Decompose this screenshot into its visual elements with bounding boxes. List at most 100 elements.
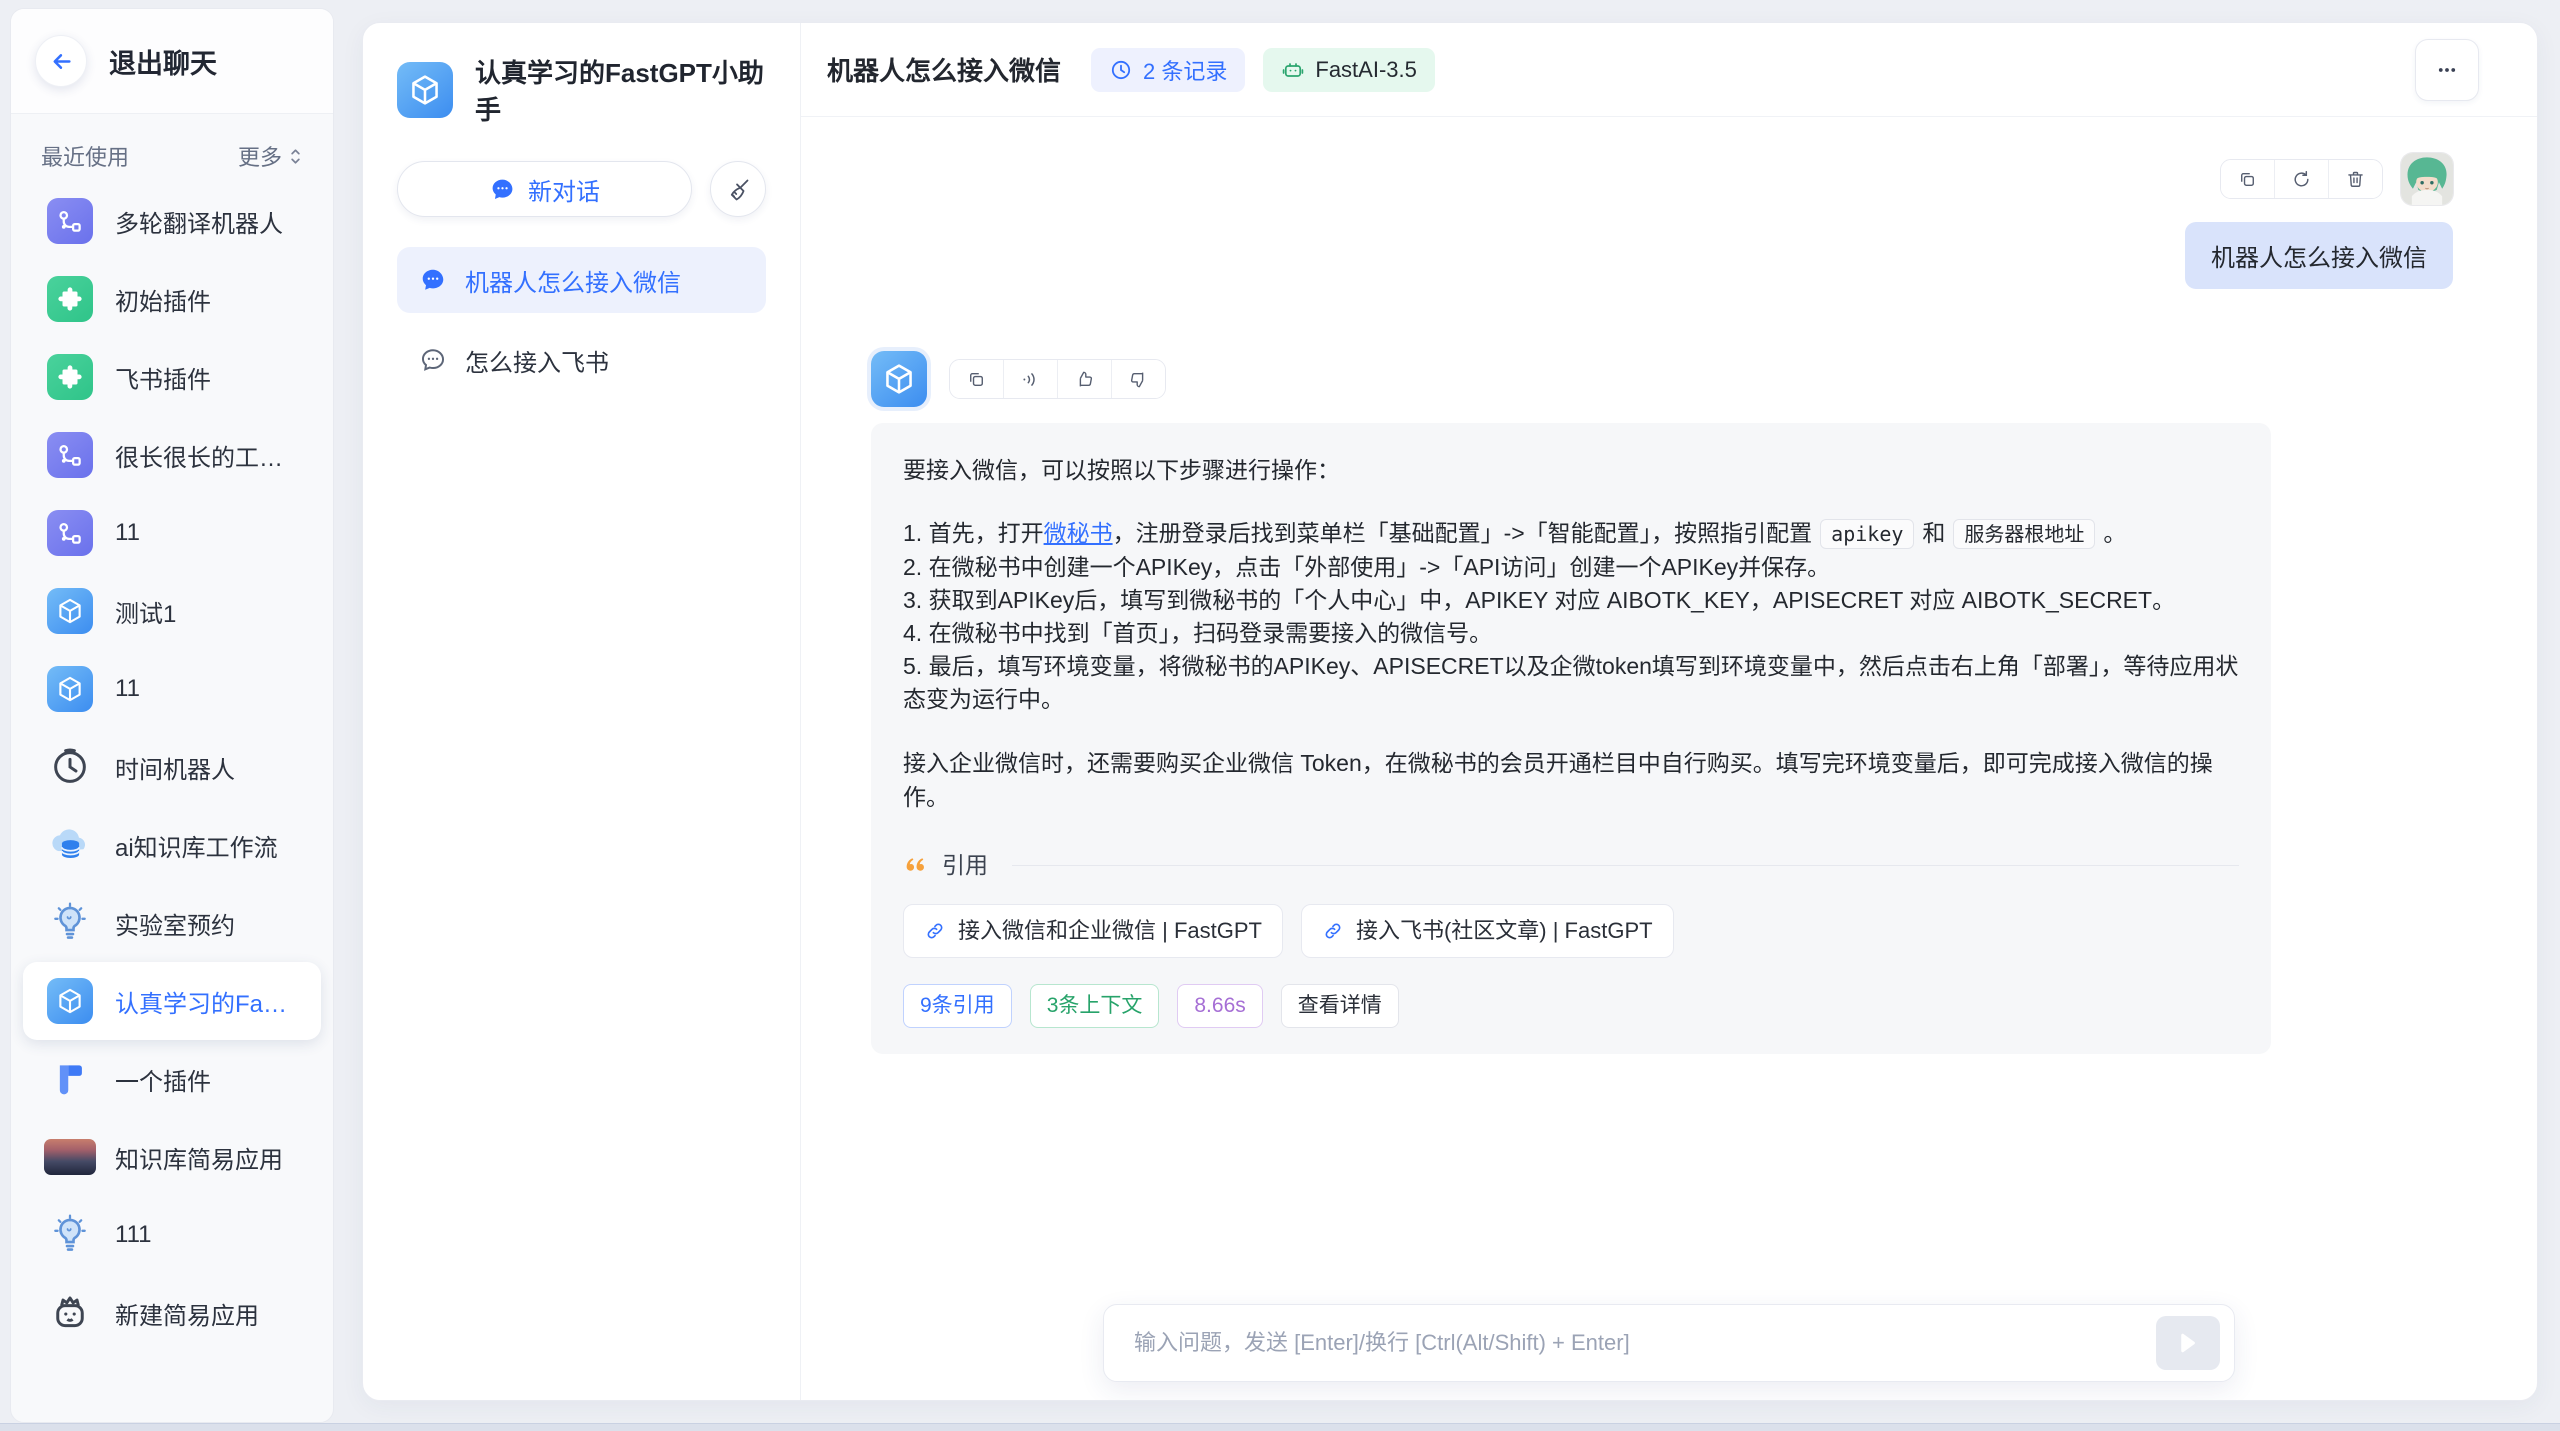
toolbar-dislike-button[interactable] [1111,360,1165,398]
sidebar-item-label: 新建简易应用 [115,1296,259,1331]
app-name: 认真学习的FastGPT小助手 [475,53,766,127]
chat-outline-icon [419,346,447,374]
sidebar-item-label: 11 [115,519,140,547]
bulb-icon [47,900,93,946]
new-chat-button[interactable]: 新对话 [397,161,692,217]
sidebar-item-label: 多轮翻译机器人 [115,204,283,239]
bulb-icon [47,1212,93,1258]
records-badge[interactable]: 2 条记录 [1091,48,1245,92]
chat-bubble-icon [489,176,516,203]
sidebar-item[interactable]: 测试1 [23,572,321,650]
sidebar-item[interactable]: 实验室预约 [23,884,321,962]
sidebar-item[interactable]: ai知识库工作流 [23,806,321,884]
chat-input-card [1103,1304,2235,1382]
send-icon [2173,1328,2203,1358]
toolbar-like-button[interactable] [1057,360,1111,398]
text-segment: 。 [2103,520,2126,546]
response-badge-list: 9条引用 3条上下文 8.66s 查看详情 [903,984,2239,1028]
response-stat-badge[interactable]: 8.66s [1177,984,1262,1028]
back-button[interactable] [35,35,87,87]
conversation-item[interactable]: 怎么接入飞书 [397,327,766,393]
new-chat-label: 新对话 [528,172,600,207]
like-icon [1074,369,1095,390]
sidebar: 退出聊天 最近使用 更多 多轮翻译机器人初始插件飞书插件很长很长的工作流11测试… [10,8,334,1423]
model-badge-label: FastAI-3.5 [1315,57,1416,83]
text-segment: ，注册登录后找到菜单栏「基础配置」->「智能配置」，按照指引配置 [1113,520,1813,546]
app-root: 退出聊天 最近使用 更多 多轮翻译机器人初始插件飞书插件很长很长的工作流11测试… [0,0,2560,1431]
toolbar-copy-button[interactable] [950,360,1003,398]
sidebar-item-label: 初始插件 [115,282,211,317]
sidebar-item[interactable]: 认真学习的FastGPT小助手 [23,962,321,1040]
workflow-icon [47,432,93,478]
sidebar-item[interactable]: 11 [23,650,321,728]
toolbar-copy-button[interactable] [2221,160,2274,198]
sidebar-item[interactable]: 11 [23,494,321,572]
sidebar-item[interactable]: 多轮翻译机器人 [23,182,321,260]
clear-history-button[interactable] [710,161,766,217]
more-button[interactable]: 更多 [238,140,307,172]
ellipsis-icon [2432,55,2462,85]
sidebar-item-label: 时间机器人 [115,750,235,785]
sidebar-header: 退出聊天 [11,9,333,114]
toolbar-voice-button[interactable] [1003,360,1057,398]
text-segment: 4. 在微秘书中找到「首页」，扫码登录需要接入的微信号。 [903,620,1492,646]
sidebar-item-label: 认真学习的FastGPT小助手 [115,984,297,1019]
photo-icon [44,1139,96,1175]
quote-label: 引用 [942,848,988,882]
markdown-step-line: 2. 在微秘书中创建一个APIKey，点击「外部使用」->「API访问」创建一个… [903,551,2239,584]
sidebar-item-label: 测试1 [115,594,176,629]
main-card: 认真学习的FastGPT小助手 新对话 机器人怎么接入微信怎么接入飞书 [362,22,2538,1401]
citation-label: 接入飞书(社区文章) | FastGPT [1356,914,1653,948]
response-stat-badge[interactable]: 3条上下文 [1030,984,1160,1028]
chat-filled-icon [419,266,447,294]
sidebar-item-label: 一个插件 [115,1062,211,1097]
robot-icon [47,1290,93,1336]
citation-list: 接入微信和企业微信 | FastGPT 接入飞书(社区文章) | FastGPT [903,904,2239,958]
chat-input[interactable] [1132,1329,2156,1357]
sidebar-item[interactable]: 初始插件 [23,260,321,338]
send-button[interactable] [2156,1316,2220,1370]
sidebar-item[interactable]: 时间机器人 [23,728,321,806]
workflow-icon [47,510,93,556]
markdown-step-line: 3. 获取到APIKey后，填写到微秘书的「个人中心」中，APIKEY 对应 A… [903,584,2239,617]
sidebar-item-label: 飞书插件 [115,360,211,395]
sidebar-item-label: 111 [115,1221,151,1249]
citation-chip[interactable]: 接入微信和企业微信 | FastGPT [903,904,1283,958]
sidebar-item-label: 实验室预约 [115,906,235,941]
conversation-panel: 认真学习的FastGPT小助手 新对话 机器人怎么接入微信怎么接入飞书 [363,23,801,1400]
cube-icon [47,588,93,634]
sidebar-item-label: ai知识库工作流 [115,828,278,863]
sidebar-item[interactable]: 飞书插件 [23,338,321,416]
text-segment: 2. 在微秘书中创建一个APIKey，点击「外部使用」->「API访问」创建一个… [903,554,1830,580]
response-stat-badge[interactable]: 9条引用 [903,984,1012,1028]
markdown-step-line: 5. 最后，填写环境变量，将微秘书的APIKey、APISECRET以及企微to… [903,650,2239,716]
model-badge: FastAI-3.5 [1263,48,1434,92]
assistant-message-toolbar [949,359,1166,399]
chat-menu-button[interactable] [2415,39,2479,101]
conversation-item[interactable]: 机器人怎么接入微信 [397,247,766,313]
dislike-icon [1128,369,1149,390]
toolbar-delete-button[interactable] [2328,160,2382,198]
sidebar-item[interactable]: 111 [23,1196,321,1274]
retry-icon [2291,169,2312,190]
conversation-title: 机器人怎么接入微信 [465,263,681,298]
plugin-icon [47,354,93,400]
sidebar-item[interactable]: 新建简易应用 [23,1274,321,1352]
sidebar-app-list: 多轮翻译机器人初始插件飞书插件很长很长的工作流 11 测试1 11 时间机器人 ai知识库… [11,172,333,1352]
answer-paragraph: 接入企业微信时，还需要购买企业微信 Token，在微秘书的会员开通栏目中自行购买… [903,746,2239,814]
toolbar-retry-button[interactable] [2274,160,2328,198]
text-segment: 和 [1922,520,1945,546]
steps-list: 1. 首先，打开微秘书，注册登录后找到菜单栏「基础配置」->「智能配置」，按照指… [903,517,2239,716]
inline-link[interactable]: 微秘书 [1044,520,1113,546]
plugin-icon [47,276,93,322]
citation-chip[interactable]: 接入飞书(社区文章) | FastGPT [1301,904,1674,958]
workflow-icon [47,198,93,244]
app-header: 认真学习的FastGPT小助手 [397,53,766,127]
sidebar-item[interactable]: 很长很长的工作流 [23,416,321,494]
sidebar-item[interactable]: 知识库简易应用 [23,1118,321,1196]
broom-icon [725,176,752,203]
response-stat-badge[interactable]: 查看详情 [1281,984,1399,1028]
sidebar-item[interactable]: 一个插件 [23,1040,321,1118]
quote-divider: 引用 [903,848,2239,882]
assistant-avatar [871,351,927,407]
